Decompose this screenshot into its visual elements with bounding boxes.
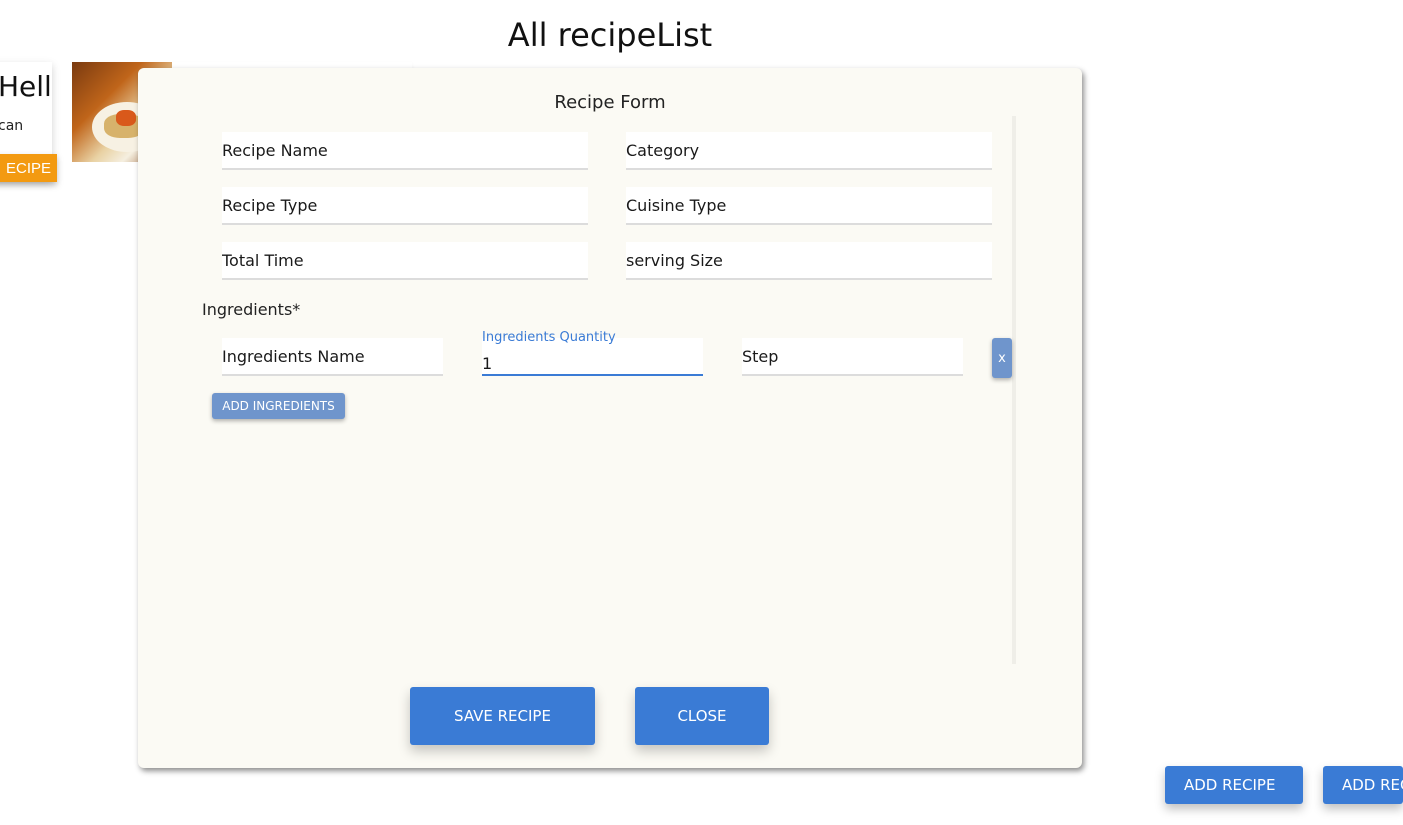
remove-ingredient-button[interactable]: x	[992, 338, 1012, 378]
add-recipe-button-2[interactable]: ADD RECIPE	[1323, 766, 1403, 804]
ingredient-quantity-input[interactable]	[482, 338, 703, 374]
recipe-card: Hell can ECIPE	[0, 62, 57, 182]
ingredient-name-input[interactable]	[222, 338, 443, 374]
modal-title: Recipe Form	[554, 92, 666, 113]
modal-scrollbar[interactable]	[1012, 116, 1016, 664]
recipe-card-text: can	[0, 118, 24, 134]
cuisine-type-field[interactable]	[626, 187, 992, 225]
page-title: All recipeList	[507, 16, 713, 54]
save-recipe-button[interactable]: SAVE RECIPE	[410, 687, 595, 745]
category-field[interactable]	[626, 132, 992, 170]
total-time-field[interactable]	[222, 242, 588, 280]
ingredient-quantity-field[interactable]: Ingredients Quantity	[482, 330, 703, 376]
recipe-form-modal: Recipe Form Ingredients* Ingredients Qua…	[138, 68, 1082, 768]
ingredient-step-field[interactable]	[742, 338, 963, 376]
serving-size-input[interactable]	[626, 242, 992, 278]
ingredient-step-input[interactable]	[742, 338, 963, 374]
serving-size-field[interactable]	[626, 242, 992, 280]
ingredient-name-field[interactable]	[222, 338, 443, 376]
add-ingredients-button[interactable]: ADD INGREDIENTS	[212, 393, 345, 419]
recipe-card-button[interactable]: ECIPE	[0, 154, 57, 182]
category-input[interactable]	[626, 132, 992, 168]
recipe-name-input[interactable]	[222, 132, 588, 168]
cuisine-type-input[interactable]	[626, 187, 992, 223]
recipe-type-input[interactable]	[222, 187, 588, 223]
recipe-type-field[interactable]	[222, 187, 588, 225]
total-time-input[interactable]	[222, 242, 588, 278]
close-button[interactable]: CLOSE	[635, 687, 769, 745]
recipe-card-title: Hell	[0, 70, 52, 103]
add-recipe-button[interactable]: ADD RECIPE	[1165, 766, 1303, 804]
ingredients-label: Ingredients*	[202, 300, 301, 319]
recipe-name-field[interactable]	[222, 132, 588, 170]
